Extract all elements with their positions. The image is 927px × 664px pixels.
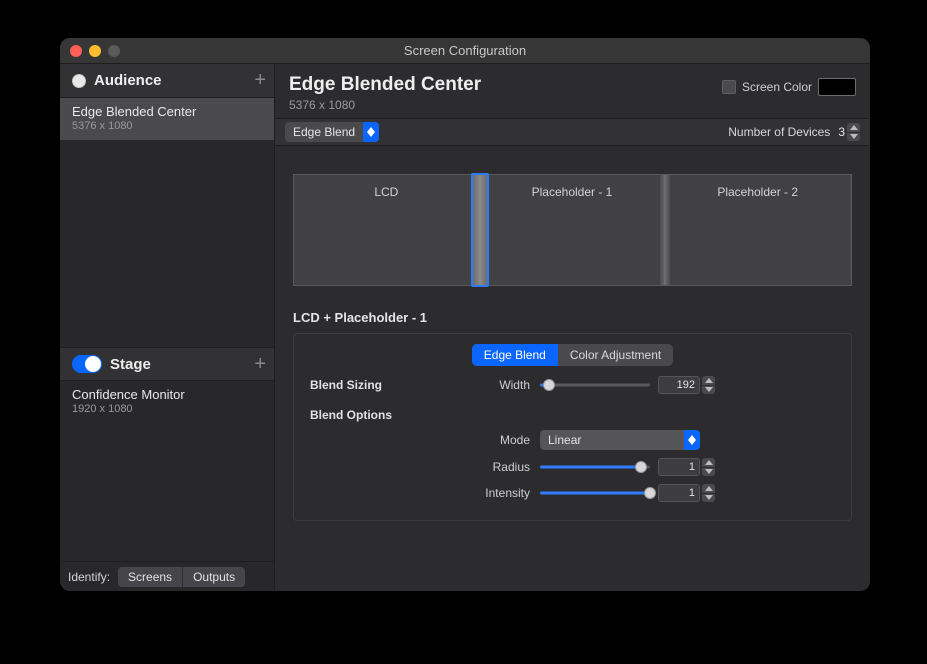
chevron-updown-icon bbox=[684, 430, 700, 450]
identify-segmented: Screens Outputs bbox=[118, 567, 245, 587]
controls-tabs: Edge Blend Color Adjustment bbox=[310, 344, 835, 366]
blend-region-selected[interactable] bbox=[471, 173, 489, 287]
audience-list: Edge Blended Center 5376 x 1080 bbox=[60, 98, 274, 140]
screen-color-swatch[interactable] bbox=[818, 78, 856, 96]
blend-options-label: Blend Options bbox=[310, 408, 450, 422]
list-item-name: Confidence Monitor bbox=[72, 387, 262, 402]
main-header: Edge Blended Center 5376 x 1080 Screen C… bbox=[275, 64, 870, 118]
preview-panel-2[interactable]: Placeholder - 2 bbox=[665, 175, 851, 285]
devices-label: Number of Devices bbox=[728, 125, 830, 139]
identify-row: Identify: Screens Outputs bbox=[60, 561, 274, 591]
width-label: Width bbox=[460, 378, 530, 392]
identify-screens-button[interactable]: Screens bbox=[118, 567, 182, 587]
stage-toggle[interactable] bbox=[72, 355, 102, 373]
devices-stepper[interactable] bbox=[847, 123, 860, 141]
identify-label: Identify: bbox=[68, 570, 110, 584]
audience-list-item[interactable]: Edge Blended Center 5376 x 1080 bbox=[60, 98, 274, 140]
window-title: Screen Configuration bbox=[60, 43, 870, 58]
controls-title: LCD + Placeholder - 1 bbox=[293, 310, 852, 325]
screen-color-control: Screen Color bbox=[722, 78, 856, 96]
mode-label: Mode bbox=[460, 433, 530, 447]
radius-slider[interactable] bbox=[540, 460, 650, 474]
list-item-name: Edge Blended Center bbox=[72, 104, 262, 119]
intensity-label: Intensity bbox=[460, 486, 530, 500]
chevron-updown-icon bbox=[363, 122, 379, 142]
stage-section-header: Stage + bbox=[60, 347, 274, 381]
screen-title: Edge Blended Center bbox=[289, 74, 481, 96]
mode-value: Linear bbox=[540, 433, 684, 447]
arrangement-mode-dropdown[interactable]: Edge Blend bbox=[285, 122, 379, 142]
number-of-devices: Number of Devices 3 bbox=[728, 123, 860, 141]
dropdown-label: Edge Blend bbox=[285, 125, 363, 139]
preview-panel-1[interactable]: Placeholder - 1 bbox=[480, 175, 666, 285]
add-stage-button[interactable]: + bbox=[254, 353, 266, 376]
mode-dropdown[interactable]: Linear bbox=[540, 430, 700, 450]
width-slider[interactable] bbox=[540, 378, 650, 392]
radius-label: Radius bbox=[460, 460, 530, 474]
list-item-resolution: 5376 x 1080 bbox=[72, 120, 262, 132]
devices-value: 3 bbox=[838, 125, 845, 139]
intensity-slider[interactable] bbox=[540, 486, 650, 500]
stage-list: Confidence Monitor 1920 x 1080 bbox=[60, 381, 274, 561]
width-value[interactable]: 192 bbox=[658, 376, 700, 394]
toolbar-row: Edge Blend Number of Devices 3 bbox=[275, 118, 870, 146]
blend-region[interactable] bbox=[660, 175, 670, 285]
intensity-value[interactable]: 1 bbox=[658, 484, 700, 502]
add-audience-button[interactable]: + bbox=[254, 69, 266, 92]
screen-preview[interactable]: LCD Placeholder - 1 Placeholder - 2 bbox=[293, 174, 852, 286]
identify-outputs-button[interactable]: Outputs bbox=[182, 567, 245, 587]
radius-value[interactable]: 1 bbox=[658, 458, 700, 476]
sidebar: Audience + Edge Blended Center 5376 x 10… bbox=[60, 64, 275, 591]
radius-stepper[interactable] bbox=[702, 458, 715, 476]
stage-list-item[interactable]: Confidence Monitor 1920 x 1080 bbox=[60, 381, 274, 423]
audience-label: Audience bbox=[94, 72, 254, 89]
blend-controls: LCD + Placeholder - 1 Edge Blend Color A… bbox=[275, 310, 870, 535]
screen-color-label: Screen Color bbox=[742, 80, 812, 94]
tab-color-adjustment[interactable]: Color Adjustment bbox=[558, 344, 673, 366]
preview-panel-0[interactable]: LCD bbox=[294, 175, 480, 285]
blend-sizing-label: Blend Sizing bbox=[310, 378, 450, 392]
main-panel: Edge Blended Center 5376 x 1080 Screen C… bbox=[275, 64, 870, 591]
intensity-stepper[interactable] bbox=[702, 484, 715, 502]
screen-color-checkbox[interactable] bbox=[722, 80, 736, 94]
stage-label: Stage bbox=[110, 356, 254, 373]
list-item-resolution: 1920 x 1080 bbox=[72, 403, 262, 415]
tab-edge-blend[interactable]: Edge Blend bbox=[472, 344, 558, 366]
screen-resolution: 5376 x 1080 bbox=[289, 98, 481, 112]
audience-section-header: Audience + bbox=[60, 64, 274, 98]
preview-area: LCD Placeholder - 1 Placeholder - 2 bbox=[275, 146, 870, 310]
titlebar: Screen Configuration bbox=[60, 38, 870, 64]
audience-toggle[interactable] bbox=[72, 74, 86, 88]
screen-configuration-window: Screen Configuration Audience + Edge Ble… bbox=[60, 38, 870, 591]
width-stepper[interactable] bbox=[702, 376, 715, 394]
